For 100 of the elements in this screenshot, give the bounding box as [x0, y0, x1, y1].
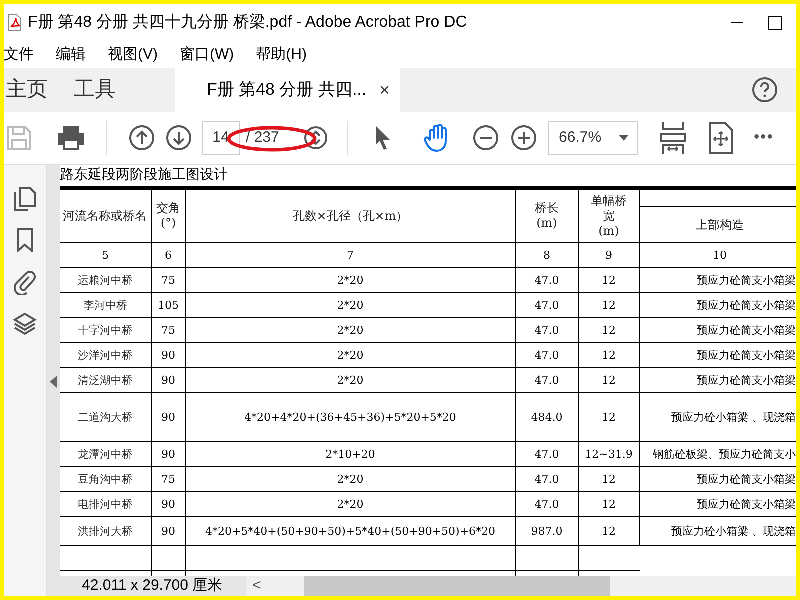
table-cell: 李河中桥	[84, 298, 128, 312]
table-cell: 12	[602, 496, 616, 512]
column-header: 桥长 (m)	[535, 201, 559, 231]
table-cell: 预应力砼小箱梁 、现浇箱	[672, 410, 796, 424]
scrollbar-thumb[interactable]	[304, 576, 610, 596]
table-cell: 2*10+20	[326, 446, 376, 462]
layers-icon[interactable]	[13, 312, 37, 336]
table-cell: 12	[602, 524, 616, 538]
next-page-icon[interactable]	[166, 125, 192, 151]
help-icon[interactable]	[752, 77, 778, 103]
table-cell: 12	[602, 472, 616, 486]
column-number: 5	[102, 248, 109, 262]
table-cell: 豆角沟中桥	[78, 472, 133, 486]
previous-page-icon[interactable]	[129, 125, 155, 151]
pages-icon[interactable]	[14, 187, 36, 211]
table-cell: 12	[602, 372, 616, 388]
table-cell: 2*20	[337, 472, 364, 486]
nav-tab[interactable]: 工具	[71, 68, 119, 112]
table-cell: 预应力砼简支小箱梁	[697, 472, 796, 486]
table-cell: 龙潭河中桥	[78, 446, 133, 462]
table-cell: 钢筋砼板梁、预应力砼简支小	[653, 446, 796, 462]
column-header: 单幅桥宽 (m)	[590, 194, 628, 238]
table-cell: 12	[602, 410, 616, 424]
document-tab[interactable]: F册 第48 分册 共四... ×	[175, 68, 400, 112]
table-cell: 十字河中桥	[78, 322, 133, 338]
table-cell: 洪排河大桥	[78, 524, 133, 538]
caret-icon	[619, 135, 629, 141]
table-cell: 12	[602, 322, 616, 338]
bookmark-icon[interactable]	[16, 228, 34, 252]
more-tools-button[interactable]: •••	[754, 126, 774, 150]
table-cell: 清泛湖中桥	[78, 372, 133, 388]
table-cell: 12	[602, 298, 616, 312]
table-cell: 预应力砼简支小箱梁	[697, 372, 796, 388]
menu-item[interactable]: 窗口(W)	[180, 44, 234, 66]
column-header: 河流名称或桥名	[63, 208, 147, 224]
minimize-icon	[731, 22, 743, 24]
page-size-label: 42.011 x 29.700 厘米	[60, 576, 246, 596]
zoom-out-icon[interactable]	[473, 125, 499, 151]
full-screen-icon[interactable]	[708, 122, 734, 154]
table-cell: 75	[162, 272, 176, 288]
table-cell: 2*20	[337, 496, 364, 512]
table-cell: 987.0	[531, 524, 563, 538]
column-header: 上部构造	[696, 216, 744, 234]
horizontal-scrollbar[interactable]: <	[246, 576, 796, 596]
column-number: 8	[544, 248, 550, 262]
pointer-icon[interactable]	[374, 125, 392, 151]
table-cell: 二道沟大桥	[78, 410, 133, 424]
table-cell: 90	[162, 348, 176, 362]
table-cell: 4*20+4*20+(36+45+36)+5*20+5*20	[244, 410, 456, 424]
table-cell: 90	[162, 410, 176, 424]
table-cell: 沙洋河中桥	[78, 348, 133, 362]
print-icon[interactable]	[56, 125, 86, 151]
table-cell: 484.0	[531, 410, 563, 424]
table-cell: 105	[158, 298, 179, 312]
table-cell: 预应力砼简支小箱梁	[697, 496, 796, 512]
close-tab-button[interactable]: ×	[379, 76, 390, 104]
table-cell: 47.0	[534, 272, 560, 288]
menu-item[interactable]: 编辑	[56, 44, 86, 66]
page-number-field[interactable]: 14	[202, 121, 240, 155]
scroll-left-button[interactable]: <	[246, 576, 268, 596]
nav-tab[interactable]: 主页	[4, 68, 51, 112]
collapse-arrow-icon[interactable]	[50, 376, 57, 388]
table-cell: 47.0	[534, 496, 560, 512]
table-cell: 90	[162, 496, 176, 512]
document-heading: 路东延段两阶段施工图设计	[60, 166, 229, 185]
window-title: F册 第48 分册 共四十九分册 桥梁.pdf - Adobe Acrobat Pro DC	[28, 12, 468, 33]
column-number: 10	[713, 248, 727, 262]
table-cell: 47.0	[534, 348, 560, 362]
table-cell: 90	[162, 524, 176, 538]
table-cell: 12~31.9	[585, 446, 633, 462]
table-cell: 12	[602, 348, 616, 362]
page-scroll-icon[interactable]	[304, 126, 328, 150]
table-cell: 2*20	[337, 272, 364, 288]
table-cell: 2*20	[337, 322, 364, 338]
column-number: 7	[347, 248, 354, 262]
table-cell: 预应力砼简支小箱梁	[697, 298, 796, 312]
menu-item[interactable]: 文件	[4, 44, 34, 66]
table-cell: 2*20	[337, 298, 364, 312]
table-cell: 2*20	[337, 372, 364, 388]
zoom-in-icon[interactable]	[511, 125, 537, 151]
table-cell: 47.0	[534, 298, 560, 312]
table-cell: 2*20	[337, 348, 364, 362]
menu-item[interactable]: 视图(V)	[108, 44, 158, 66]
table-cell: 75	[162, 472, 176, 486]
paperclip-icon[interactable]	[14, 269, 36, 295]
table-cell: 运粮河中桥	[78, 272, 133, 288]
menu-item[interactable]: 帮助(H)	[256, 44, 307, 66]
maximize-icon	[768, 16, 782, 30]
table-cell: 预应力砼小箱梁 、现浇箱	[672, 524, 796, 538]
table-cell: 90	[162, 446, 176, 462]
table-cell: 75	[162, 322, 176, 338]
column-number: 6	[165, 248, 172, 262]
table-cell: 47.0	[534, 472, 560, 486]
column-number: 9	[606, 248, 612, 262]
fit-page-icon[interactable]	[660, 121, 686, 155]
column-header: 孔数×孔径（孔×m）	[292, 208, 408, 224]
column-header: 交角 (°)	[156, 201, 180, 231]
zoom-dropdown[interactable]: 66.7%	[548, 121, 638, 155]
table-cell: 47.0	[534, 446, 560, 462]
page-total-label: / 237	[246, 128, 280, 148]
